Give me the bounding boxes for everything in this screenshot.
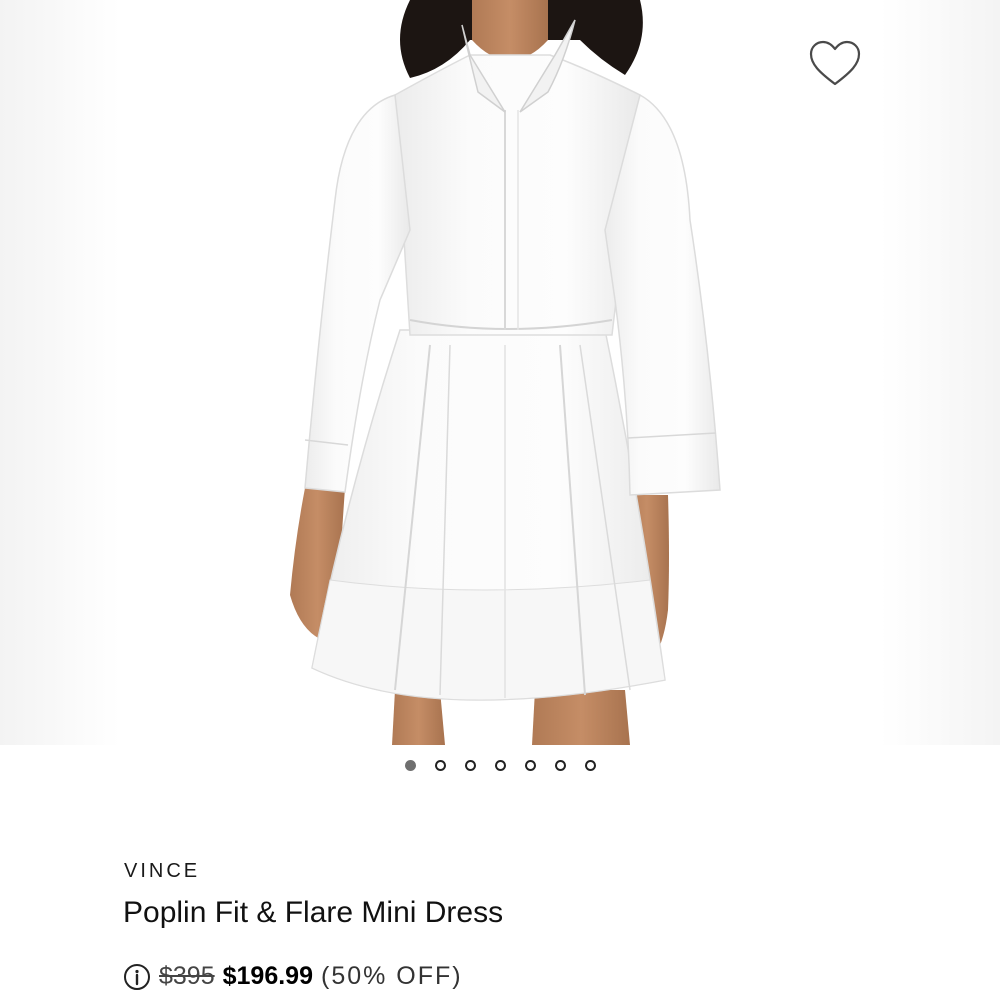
- pagination-dot[interactable]: [404, 760, 416, 771]
- info-circle-icon[interactable]: [123, 963, 151, 991]
- wishlist-button[interactable]: [807, 38, 863, 90]
- product-detail-page: VINCE Poplin Fit & Flare Mini Dress $395…: [0, 0, 1000, 1000]
- pagination-dot[interactable]: [584, 760, 596, 771]
- pagination-dot[interactable]: [554, 760, 566, 771]
- product-info: VINCE Poplin Fit & Flare Mini Dress $395…: [95, 800, 905, 1000]
- sale-price: $196.99: [222, 962, 313, 990]
- product-title: Poplin Fit & Flare Mini Dress: [123, 896, 504, 929]
- pagination-dot[interactable]: [434, 760, 446, 771]
- discount-label: (50% OFF): [321, 962, 463, 990]
- heart-outline-icon: [809, 40, 861, 86]
- pagination-dot[interactable]: [494, 760, 506, 771]
- image-pagination: [0, 760, 1000, 771]
- original-price: $395: [159, 962, 215, 990]
- price-row: $395 $196.99 (50% OFF): [123, 962, 463, 991]
- product-brand[interactable]: VINCE: [124, 860, 200, 883]
- product-image[interactable]: [0, 0, 1000, 745]
- pagination-dot[interactable]: [464, 760, 476, 771]
- pagination-dot[interactable]: [524, 760, 536, 771]
